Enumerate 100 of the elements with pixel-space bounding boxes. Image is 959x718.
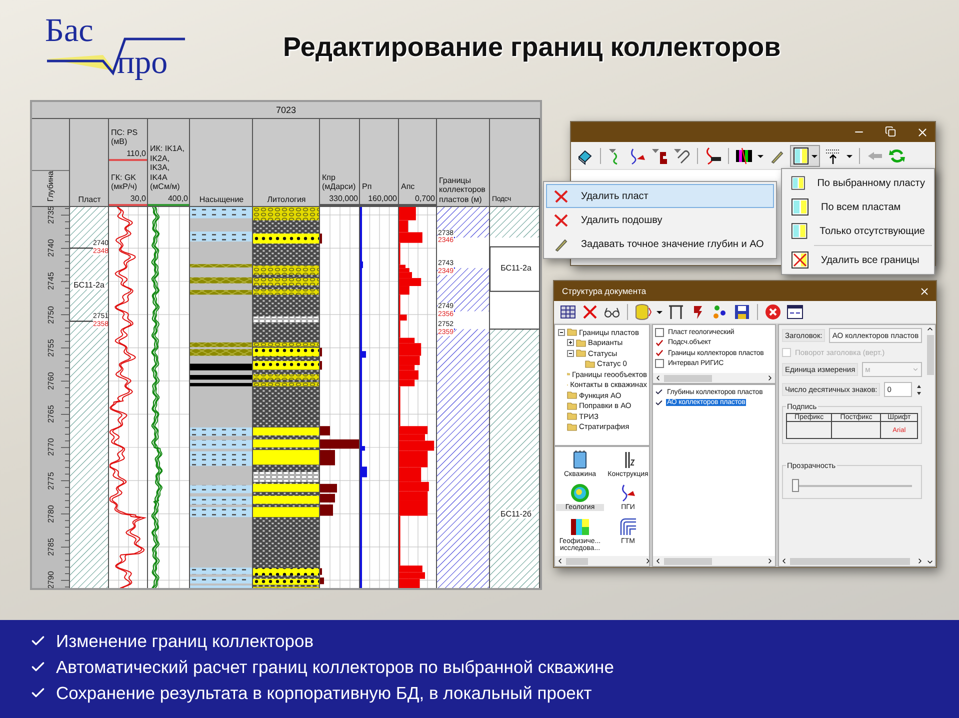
slide-title: Редактирование границ коллекторов bbox=[283, 32, 781, 63]
menu-item-label: Удалить пласт bbox=[581, 190, 648, 202]
curve-title: ПС: PS (мВ) bbox=[111, 128, 139, 148]
arrow-marker-icon[interactable] bbox=[824, 146, 842, 164]
depth-label: 2770 bbox=[46, 438, 55, 456]
window-icon[interactable] bbox=[786, 303, 804, 321]
scroll-up-icon[interactable] bbox=[926, 325, 934, 333]
curve-title: Кпр (мДарси) bbox=[322, 172, 357, 193]
well-name: 7023 bbox=[32, 102, 540, 119]
scale-value: 0,700 bbox=[414, 194, 435, 203]
scrollbar-thumb[interactable] bbox=[926, 335, 934, 375]
bullet-text: Сохранение результата в корпоративную БД, в локальный проект bbox=[56, 682, 592, 704]
scroll-right-icon[interactable] bbox=[766, 557, 774, 565]
table-icon[interactable] bbox=[559, 303, 577, 321]
menu-item[interactable]: По выбранному пласту bbox=[784, 171, 932, 195]
checkbox[interactable] bbox=[655, 359, 664, 368]
scale-value: 400,0 bbox=[166, 194, 188, 203]
scroll-left-icon[interactable] bbox=[654, 374, 662, 382]
column-fill-icon bbox=[791, 174, 806, 192]
collapse-icon[interactable] bbox=[567, 350, 574, 357]
depth-label: 2775 bbox=[46, 472, 55, 490]
column-split-icon[interactable] bbox=[735, 146, 753, 164]
depth-label: 2745 bbox=[46, 272, 55, 290]
database-icon[interactable] bbox=[634, 303, 652, 321]
delete-icon bbox=[553, 188, 569, 204]
menu-item-label: Удалить подошву bbox=[581, 214, 662, 226]
scroll-left-icon[interactable] bbox=[556, 557, 564, 565]
curve-marker-icon[interactable] bbox=[629, 146, 647, 164]
save-icon[interactable] bbox=[733, 303, 751, 321]
stop-icon[interactable] bbox=[764, 303, 782, 321]
clip-icon[interactable] bbox=[673, 146, 691, 164]
log-columns-icon bbox=[570, 516, 590, 537]
menu-item[interactable]: Удалить все границы bbox=[784, 248, 932, 272]
delete-icon bbox=[553, 212, 569, 228]
menu-item-label: Удалить все границы bbox=[821, 254, 920, 266]
count-object-name: БС11-2а bbox=[500, 264, 532, 273]
scale-bar bbox=[109, 159, 147, 161]
bullet-text: Изменение границ коллекторов bbox=[56, 630, 314, 652]
logo-text: Бас bbox=[45, 14, 94, 46]
menu-item[interactable]: Только отсутствующие bbox=[784, 219, 932, 243]
depth-label: 2760 bbox=[46, 372, 55, 390]
scroll-left-icon[interactable] bbox=[654, 557, 662, 565]
table-cell[interactable] bbox=[786, 422, 832, 438]
logo-text: про bbox=[117, 46, 169, 78]
slider-thumb[interactable] bbox=[792, 479, 799, 492]
depth-label: 2750 bbox=[46, 306, 55, 324]
column-header: Глубина bbox=[46, 171, 56, 202]
bullet-text: Автоматический расчет границ коллекторов по выбранной скважине bbox=[56, 656, 614, 678]
column-clear-icon bbox=[791, 251, 809, 269]
collapse-icon[interactable] bbox=[558, 328, 565, 336]
depth-label: 2740 bbox=[46, 239, 55, 258]
scrollbar-thumb[interactable] bbox=[566, 558, 588, 564]
scroll-down-icon[interactable] bbox=[926, 558, 934, 566]
close-icon[interactable] bbox=[919, 286, 930, 296]
menu-item-label: Задавать точное значение глубин и АО bbox=[581, 238, 764, 250]
expand-icon[interactable] bbox=[567, 339, 574, 346]
scale-value: 110,0 bbox=[126, 148, 146, 158]
column-header: Границы коллекторов пластов (м) bbox=[439, 176, 486, 206]
block-filter-icon[interactable] bbox=[651, 146, 669, 164]
depth-label: 2785 bbox=[46, 538, 55, 556]
column-fill-icon[interactable] bbox=[792, 146, 810, 164]
column-fill-icon bbox=[791, 198, 809, 216]
pipe-bend-icon bbox=[618, 516, 638, 537]
spinner-icon[interactable] bbox=[916, 384, 922, 396]
refresh-icon[interactable] bbox=[888, 146, 906, 164]
depth-label: 2765 bbox=[46, 405, 55, 424]
scroll-right-icon[interactable] bbox=[766, 374, 774, 382]
menu-item[interactable]: Задавать точное значение глубин и АО bbox=[546, 232, 774, 256]
menu-item-label: По всем пластам bbox=[821, 202, 901, 212]
column-fill-button[interactable] bbox=[790, 144, 820, 166]
scrollbar-thumb[interactable] bbox=[790, 558, 910, 564]
menu-item[interactable]: Удалить подошву bbox=[546, 208, 774, 232]
checkbox[interactable] bbox=[655, 328, 664, 337]
menu-item-label: Только отсутствующие bbox=[820, 226, 925, 236]
menu-item[interactable]: По всем пластам bbox=[784, 195, 932, 219]
transparency-slider[interactable] bbox=[792, 478, 912, 492]
close-icon[interactable] bbox=[916, 126, 929, 138]
column-header: Литология bbox=[267, 194, 306, 206]
window-title: Структура документа bbox=[562, 286, 646, 296]
curve-scale-icon[interactable] bbox=[704, 146, 722, 164]
restore-icon[interactable] bbox=[885, 126, 896, 136]
scale-value: 160,000 bbox=[367, 194, 397, 203]
scrollbar-thumb[interactable] bbox=[664, 558, 712, 564]
table-cell[interactable] bbox=[832, 422, 881, 438]
caret-icon bbox=[912, 366, 919, 373]
menu-item[interactable]: Удалить пласт bbox=[546, 184, 774, 208]
column-fill-icon bbox=[791, 222, 808, 240]
menu-item-label: По выбранному пласту bbox=[817, 178, 925, 188]
delete-icon[interactable] bbox=[581, 303, 599, 321]
geology-icon bbox=[570, 483, 590, 504]
frame-icon[interactable] bbox=[667, 303, 685, 321]
curve-title: ИК: IK1A, IK2A, IK3A, IK4A (мСм/м) bbox=[150, 144, 186, 193]
scrollbar-thumb[interactable] bbox=[664, 374, 712, 382]
curve-title: Рп bbox=[362, 182, 373, 193]
scroll-right-icon[interactable] bbox=[916, 557, 924, 565]
depth-label: 2780 bbox=[46, 504, 55, 523]
checkbox[interactable] bbox=[655, 338, 664, 348]
scroll-left-icon[interactable] bbox=[780, 557, 788, 565]
checkbox[interactable] bbox=[655, 348, 664, 358]
curve-title: ГК: GK (мкР/ч) bbox=[111, 172, 138, 193]
